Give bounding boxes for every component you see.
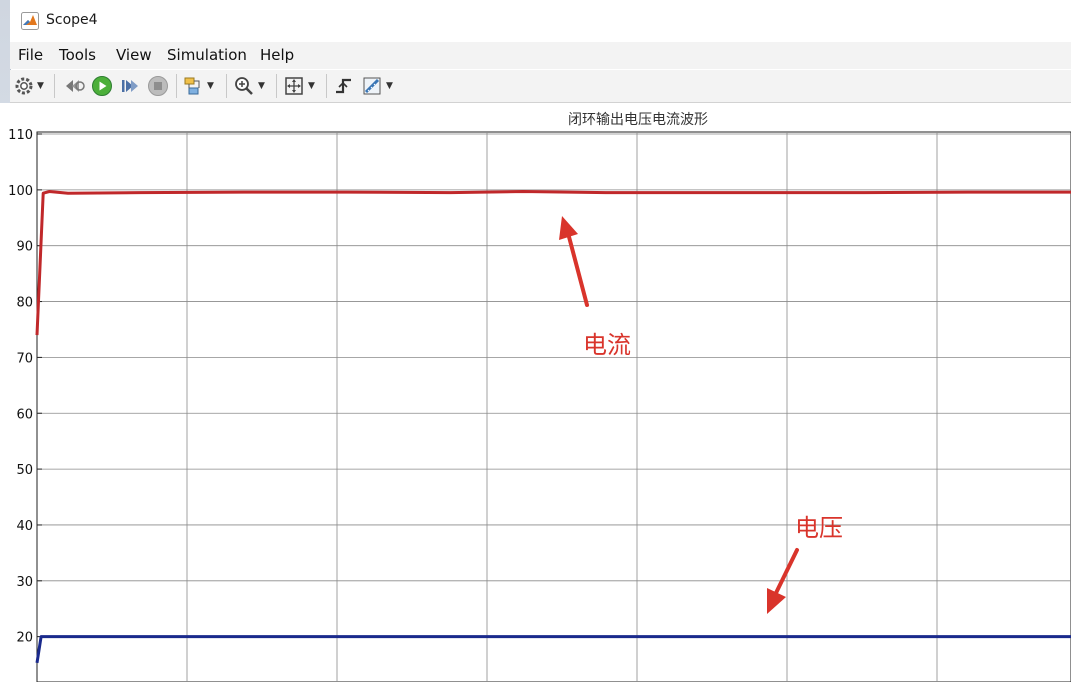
y-tick-label: 50 (16, 463, 33, 478)
step-back-button[interactable] (63, 75, 85, 97)
toolbar-divider (326, 74, 327, 98)
annotation-current: 电流 (583, 331, 631, 359)
stop-icon (147, 75, 169, 97)
settings-button[interactable]: ▼ (14, 75, 44, 97)
menu-simulation[interactable]: Simulation (167, 46, 247, 64)
toolbar-divider (226, 74, 227, 98)
step-forward-icon (119, 76, 141, 96)
highlight-block-button[interactable]: ▼ (182, 75, 214, 97)
title-bar: Scope4 (10, 0, 1071, 43)
measure-icon (361, 75, 383, 97)
cursor-measurements-button[interactable]: ▼ (361, 75, 393, 97)
autoscale-button[interactable]: ▼ (283, 75, 315, 97)
matlab-logo-icon (21, 12, 39, 30)
window-title: Scope4 (46, 12, 98, 28)
chevron-down-icon[interactable]: ▼ (308, 81, 315, 91)
toolbar: ▼ ▼ ▼ ▼ ▼ (10, 70, 1071, 103)
zoom-button[interactable]: ▼ (233, 75, 265, 97)
y-tick-label: 110 (8, 128, 33, 143)
run-button[interactable] (91, 75, 113, 97)
plot-area: 闭环输出电压电流波形 20 30 40 50 60 70 80 90 100 110 电流电压 (0, 103, 1071, 682)
stop-button[interactable] (147, 75, 169, 97)
y-tick-label: 60 (16, 407, 33, 422)
toolbar-divider (176, 74, 177, 98)
autoscale-icon (283, 75, 305, 97)
step-back-icon (63, 76, 85, 96)
y-tick-label: 80 (16, 296, 33, 311)
toolbar-divider (276, 74, 277, 98)
y-tick-label: 90 (16, 240, 33, 255)
axes-box (36, 131, 1071, 682)
y-tick-label: 70 (16, 351, 33, 366)
chevron-down-icon[interactable]: ▼ (386, 81, 393, 91)
menu-tools[interactable]: Tools (59, 46, 96, 64)
chevron-down-icon[interactable]: ▼ (37, 81, 44, 91)
toolbar-divider (54, 74, 55, 98)
y-tick-label: 30 (16, 575, 33, 590)
step-forward-button[interactable] (119, 75, 141, 97)
triggers-button[interactable] (333, 75, 355, 97)
y-tick-label: 100 (8, 184, 33, 199)
scope-plot: 闭环输出电压电流波形 20 30 40 50 60 70 80 90 100 110 电流电压 (8, 112, 1071, 682)
chevron-down-icon[interactable]: ▼ (258, 81, 265, 91)
trigger-icon (333, 76, 355, 96)
highlight-icon (182, 76, 204, 96)
y-tick-label: 40 (16, 519, 33, 534)
zoom-in-icon (233, 76, 255, 96)
annotation-voltage: 电压 (795, 514, 843, 542)
menu-file[interactable]: File (18, 46, 43, 64)
menu-view[interactable]: View (116, 46, 152, 64)
menu-bar: File Tools View Simulation Help (10, 42, 1071, 69)
play-icon (91, 75, 113, 97)
menu-help[interactable]: Help (260, 46, 294, 64)
chevron-down-icon[interactable]: ▼ (207, 81, 214, 91)
gear-icon (14, 76, 34, 96)
chart-title: 闭环输出电压电流波形 (568, 112, 708, 128)
y-tick-label: 20 (16, 631, 33, 646)
